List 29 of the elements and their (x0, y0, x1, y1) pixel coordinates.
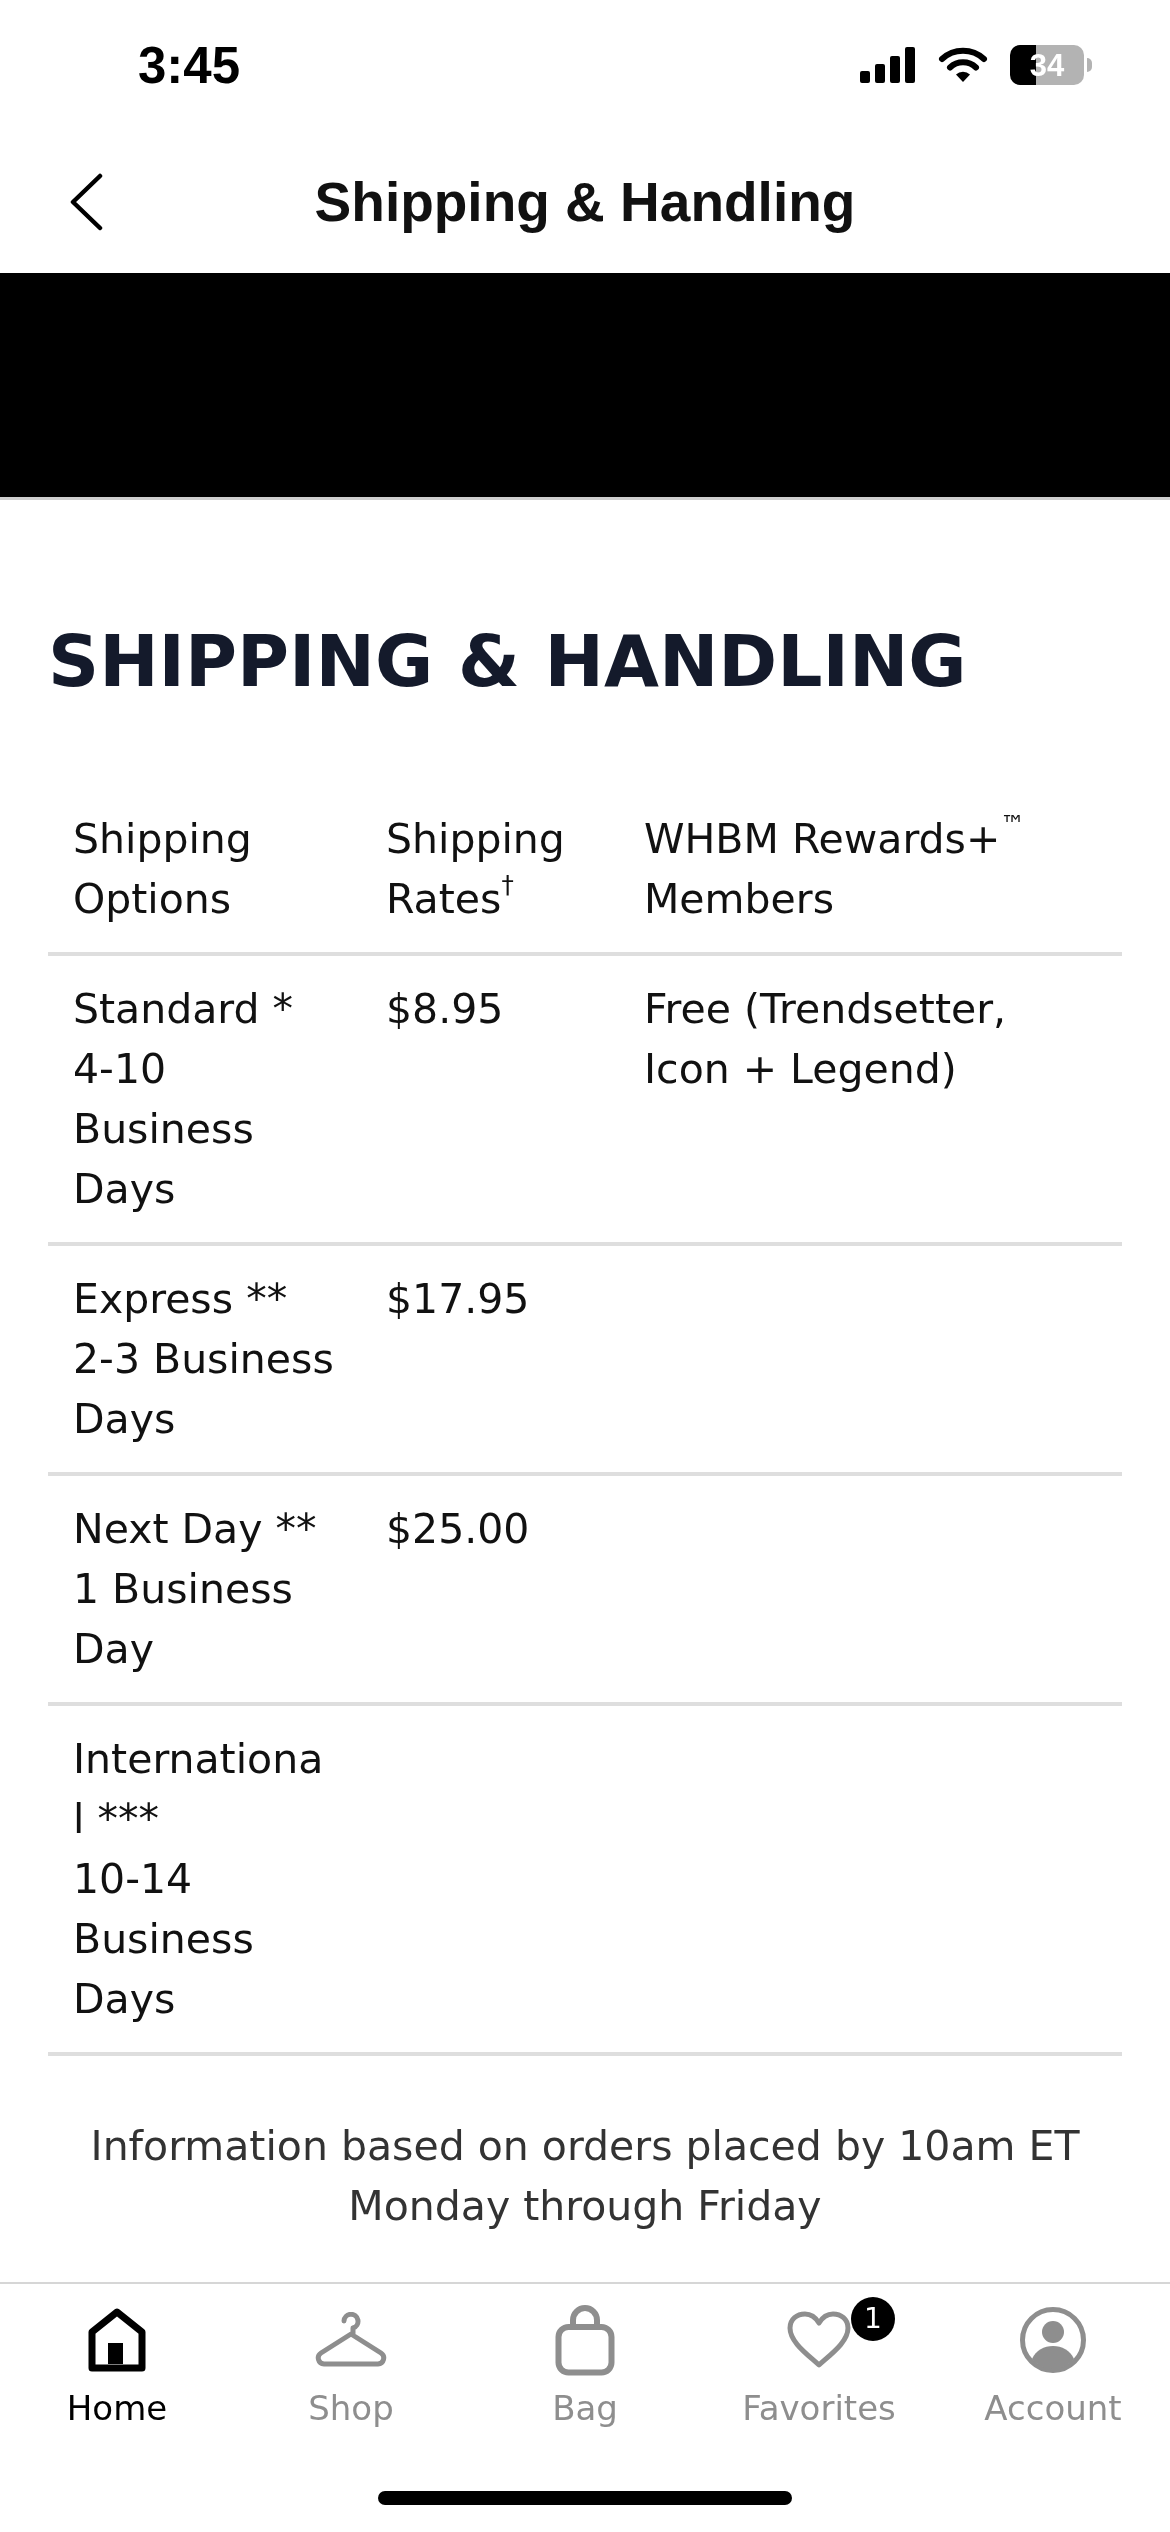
shipping-note: Information based on orders placed by 10am ET Monday through Friday (89, 2121, 1081, 2232)
column-header: Shipping Rates$^{†}$ (386, 814, 565, 925)
chevron-left-icon (68, 172, 104, 231)
status-time: 3:45 (138, 35, 241, 95)
table-cell-text: $17.95 (386, 1274, 530, 1325)
tab-bar-item[interactable]: Shop (234, 2302, 468, 2428)
signal-icon (860, 47, 916, 83)
table-cell-text: $8.95 (386, 984, 504, 1035)
wifi-icon (938, 47, 988, 83)
profile-icon (1020, 2307, 1086, 2373)
tab-bar-item[interactable]: Account (936, 2302, 1170, 2428)
shopping-bag-icon (555, 2304, 615, 2376)
page-title: Shipping & Handling (314, 169, 856, 234)
house-icon (87, 2307, 147, 2373)
column-header: Shipping Options (73, 814, 252, 925)
table-cell-text: Standard * 4-10 Business Days (73, 984, 294, 1215)
table-cell-text: Internationa l *** 10-14 Business Days (73, 1734, 324, 2025)
table-cell-text: Free (Trendsetter, Icon + Legend) (644, 984, 1007, 1095)
hanger-icon (314, 2312, 388, 2368)
table-cell-text: $25.00 (386, 1504, 530, 1555)
column-header: WHBM Rewards+$^{™}$ Members (644, 809, 1025, 925)
table-cell-text: Next Day ** 1 Business Day (73, 1504, 317, 1675)
count-badge: 1 (851, 2297, 895, 2341)
heart-icon (787, 2311, 851, 2369)
tab-bar-item[interactable]: Bag (468, 2302, 702, 2428)
back-button[interactable] (68, 172, 104, 231)
section-heading: SHIPPING & HANDLING (48, 619, 968, 704)
tab-bar-item[interactable]: Home (0, 2302, 234, 2428)
table-cell-text: Express ** 2-3 Business Days (73, 1274, 334, 1445)
